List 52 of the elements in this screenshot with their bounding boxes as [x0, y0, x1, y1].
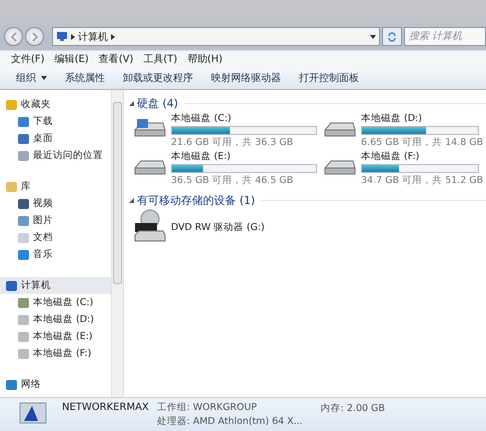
drive-name[interactable]: 本地磁盘 (D:) [361, 112, 479, 124]
sidebar-item[interactable]: 收藏夹 [0, 96, 111, 113]
back-button[interactable] [4, 27, 23, 46]
sidebar-item[interactable]: 文档 [0, 229, 111, 246]
sidebar-item[interactable]: 网络 [0, 376, 111, 393]
drive-name[interactable]: 本地磁盘 (E:) [171, 150, 317, 162]
search-field[interactable]: 搜索 计算机 [404, 27, 486, 46]
sidebar-item[interactable]: 图片 [0, 212, 111, 229]
scrollbar-thumb[interactable] [113, 102, 122, 284]
drive-name[interactable]: 本地磁盘 (C:) [171, 112, 317, 124]
group-header[interactable]: 硬盘 (4) [137, 96, 178, 111]
sidebar-item[interactable]: 下载 [0, 113, 111, 130]
free-space-text: 36.5 GB 可用，共 46.5 GB [171, 174, 294, 186]
workgroup-text: 工作组: WORKGROUP [156, 401, 258, 414]
drive-name[interactable]: DVD RW 驱动器 (G:) [171, 220, 317, 234]
toolbar-button[interactable]: 组织 [10, 69, 53, 87]
sidebar-item[interactable]: 计算机 [0, 277, 111, 294]
toolbar-button[interactable]: 映射网络驱动器 [205, 69, 287, 87]
sidebar-item[interactable]: 库 [0, 178, 111, 195]
collapse-triangle-icon[interactable] [129, 198, 134, 203]
breadcrumb[interactable]: 计算机 [78, 30, 108, 44]
address-bar[interactable]: 计算机 [52, 27, 380, 46]
sidebar-item[interactable]: 视频 [0, 195, 111, 212]
sidebar-item[interactable]: 桌面 [0, 130, 111, 147]
scrollbar[interactable] [111, 90, 123, 397]
free-space-text: 21.6 GB 可用，共 36.3 GB [171, 136, 294, 148]
collapse-triangle-icon[interactable] [129, 101, 134, 106]
menu-item[interactable]: 查看(V) [98, 52, 134, 66]
sidebar-item[interactable]: 最近访问的位置 [0, 147, 111, 164]
processor-text: 处理器: AMD Athlon(tm) 64 X... [156, 415, 303, 428]
breadcrumb-arrow-icon [71, 34, 75, 40]
sidebar-item[interactable]: 本地磁盘 (E:) [0, 328, 111, 345]
drive-name[interactable]: 本地磁盘 (F:) [361, 150, 479, 162]
sidebar-item[interactable]: 本地磁盘 (F:) [0, 345, 111, 362]
refresh-button[interactable] [382, 27, 402, 46]
dropdown-icon[interactable] [370, 34, 376, 38]
menu-item[interactable]: 工具(T) [143, 52, 178, 66]
computer-name: NETWORKERMAX [62, 401, 149, 413]
refresh-icon [387, 32, 397, 42]
group-header[interactable]: 有可移动存储的设备 (1) [137, 193, 256, 208]
menu-item[interactable]: 帮助(H) [187, 52, 223, 66]
memory-text: 内存: 2.00 GB [320, 402, 385, 415]
forward-button[interactable] [25, 27, 44, 46]
breadcrumb-arrow-icon [111, 34, 115, 40]
toolbar-button[interactable]: 卸载或更改程序 [117, 69, 199, 87]
menu-item[interactable]: 编辑(E) [54, 52, 89, 66]
sidebar-item[interactable]: 本地磁盘 (D:) [0, 311, 111, 328]
toolbar-button[interactable]: 打开控制面板 [293, 69, 365, 87]
sidebar-item[interactable]: 本地磁盘 (C:) [0, 294, 111, 311]
menu-item[interactable]: 文件(F) [11, 52, 45, 66]
toolbar-button[interactable]: 系统属性 [59, 69, 111, 87]
sidebar-item[interactable]: 音乐 [0, 246, 111, 263]
